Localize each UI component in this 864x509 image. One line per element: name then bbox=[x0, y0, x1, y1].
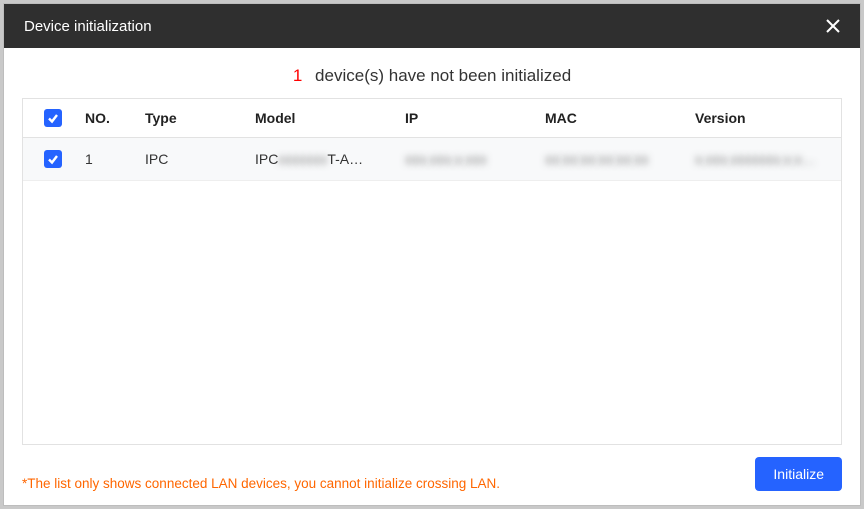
cell-version-value: x.xxx.xxxxxxx.x.x… bbox=[695, 151, 816, 167]
header-model: Model bbox=[247, 99, 397, 138]
header-no: NO. bbox=[77, 99, 137, 138]
footer-note: *The list only shows connected LAN devic… bbox=[22, 476, 500, 491]
select-all-checkbox[interactable] bbox=[44, 109, 62, 127]
header-mac: MAC bbox=[537, 99, 687, 138]
table-header-row: NO. Type Model IP MAC Version bbox=[23, 99, 841, 138]
close-icon[interactable] bbox=[824, 17, 842, 35]
cell-no: 1 bbox=[77, 138, 137, 181]
cell-ip-value: xxx.xxx.x.xxx bbox=[405, 151, 487, 167]
cell-model-redacted: xxxxxxx bbox=[278, 151, 327, 167]
cell-model: IPCxxxxxxxT-A… bbox=[247, 138, 397, 181]
cell-mac-value: xx:xx:xx:xx:xx:xx bbox=[545, 151, 648, 167]
header-ip: IP bbox=[397, 99, 537, 138]
uninitialized-notice: 1 device(s) have not been initialized bbox=[22, 66, 842, 86]
device-table-container: NO. Type Model IP MAC Version bbox=[22, 98, 842, 445]
device-initialization-modal: Device initialization 1 device(s) have n… bbox=[3, 3, 861, 506]
cell-model-suffix: T-A… bbox=[327, 151, 363, 167]
device-table: NO. Type Model IP MAC Version bbox=[23, 99, 841, 181]
modal-content: 1 device(s) have not been initialized NO… bbox=[4, 48, 860, 505]
header-version: Version bbox=[687, 99, 841, 138]
modal-footer: *The list only shows connected LAN devic… bbox=[22, 445, 842, 491]
uninitialized-text: device(s) have not been initialized bbox=[315, 66, 571, 85]
cell-version: x.xxx.xxxxxxx.x.x… bbox=[687, 138, 841, 181]
cell-ip: xxx.xxx.x.xxx bbox=[397, 138, 537, 181]
row-checkbox-cell bbox=[23, 138, 77, 181]
table-row[interactable]: 1 IPC IPCxxxxxxxT-A… xxx.xxx.x.xxx xx:xx… bbox=[23, 138, 841, 181]
cell-type: IPC bbox=[137, 138, 247, 181]
header-type: Type bbox=[137, 99, 247, 138]
header-checkbox-cell bbox=[23, 99, 77, 138]
initialize-button[interactable]: Initialize bbox=[755, 457, 842, 491]
uninitialized-count: 1 bbox=[293, 66, 302, 85]
modal-title: Device initialization bbox=[24, 18, 152, 35]
modal-header: Device initialization bbox=[4, 4, 860, 48]
cell-mac: xx:xx:xx:xx:xx:xx bbox=[537, 138, 687, 181]
cell-model-prefix: IPC bbox=[255, 151, 278, 167]
row-checkbox[interactable] bbox=[44, 150, 62, 168]
